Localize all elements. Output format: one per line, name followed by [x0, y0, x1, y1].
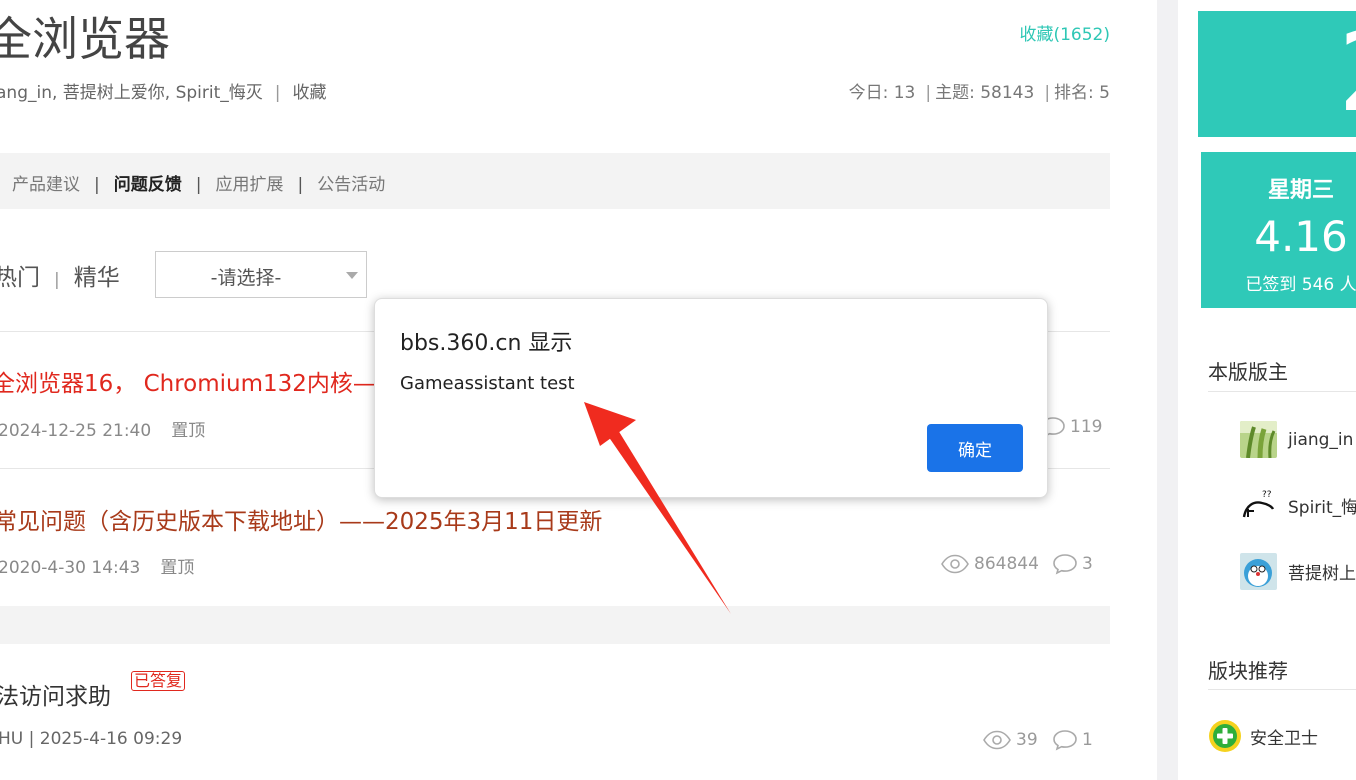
eye-icon: [941, 554, 969, 574]
avatar: [1240, 421, 1277, 458]
banner-tile[interactable]: 2: [1198, 11, 1356, 137]
comment-icon: [1053, 554, 1077, 575]
filter-featured[interactable]: 精华: [74, 265, 120, 291]
forum-title: 全浏览器: [0, 12, 170, 66]
separator: |: [297, 175, 304, 195]
ok-button[interactable]: 确定: [927, 424, 1023, 472]
divider: [1208, 689, 1356, 690]
filter-row: 热门 | 精华: [0, 258, 120, 292]
today-count: 今日: 13: [848, 83, 916, 103]
weekday: 星期三: [1267, 178, 1334, 203]
section-separator-band: [0, 606, 1110, 644]
moderator-item[interactable]: 菩提树上: [1240, 553, 1356, 590]
reply-count: 1: [1052, 729, 1093, 751]
favorite-link[interactable]: 收藏: [293, 83, 327, 103]
checkin-date: 4.16: [1254, 212, 1348, 261]
dialog-message: Gameassistant test: [400, 373, 575, 394]
avatar: [1240, 553, 1277, 590]
thread-meta: 2024-12-25 21:40 置顶: [0, 416, 205, 441]
reply-count-value: 119: [1070, 417, 1103, 437]
pinned-label: 置顶: [160, 558, 195, 578]
reply-count: 119: [1040, 416, 1102, 438]
recommend-item[interactable]: 安全卫士: [1208, 719, 1318, 753]
rank: 排名: 5: [1054, 83, 1110, 103]
avatar: ??: [1240, 487, 1277, 524]
separator: |: [274, 83, 281, 103]
thread-date: 2020-4-30 14:43: [0, 558, 141, 578]
thread-title[interactable]: 全浏览器16， Chromium132内核—: [0, 364, 376, 398]
view-count: 39: [982, 729, 1038, 751]
dialog-title: bbs.360.cn 显示: [400, 331, 573, 356]
moderator-item[interactable]: ?? Spirit_悔: [1240, 487, 1356, 524]
svg-text:??: ??: [1262, 490, 1272, 500]
separator: |: [1044, 83, 1051, 103]
recommend-item-label: 安全卫士: [1250, 728, 1318, 749]
topic-count: 主题: 58143: [935, 83, 1035, 103]
thread-row: 法访问求助已答复: [0, 671, 186, 711]
answered-badge: 已答复: [131, 671, 186, 691]
category-bar: 产品建议 | 问题反馈 | 应用扩展 | 公告活动: [0, 153, 1110, 209]
separator: |: [94, 175, 100, 195]
separator: |: [195, 175, 202, 195]
thread-date: 2024-12-25 21:40: [0, 421, 152, 441]
category-announcements[interactable]: 公告活动: [317, 175, 385, 195]
sidebar-gutter: [1157, 0, 1178, 780]
moderators-list[interactable]: ang_in, 菩提树上爱你, Spirit_悔灭: [0, 83, 263, 103]
banner-partial-text: 2: [1338, 17, 1356, 127]
thread-title[interactable]: 常见问题（含历史版本下载地址）——2025年3月11日更新: [0, 502, 602, 536]
filter-select[interactable]: -请选择-: [155, 251, 367, 298]
alert-dialog: bbs.360.cn 显示 Gameassistant test 确定: [374, 298, 1048, 498]
moderator-item[interactable]: jiang_in: [1240, 421, 1353, 458]
moderators-line: ang_in, 菩提树上爱你, Spirit_悔灭 | 收藏: [0, 78, 327, 103]
separator: |: [925, 83, 932, 103]
favorite-count-link[interactable]: 收藏(1652): [1019, 20, 1110, 45]
reply-count-value: 3: [1082, 554, 1093, 574]
recommend-heading: 版块推荐: [1208, 659, 1288, 683]
security-guard-icon: [1209, 720, 1241, 752]
checkin-tile[interactable]: 星期三 4.16 已签到 546 人: [1201, 152, 1356, 308]
category-product-suggestion[interactable]: 产品建议: [12, 175, 80, 195]
divider: [1208, 391, 1356, 392]
reply-count-value: 1: [1082, 730, 1093, 750]
separator: |: [54, 270, 60, 290]
signed-count: 已签到 546 人: [1245, 275, 1356, 295]
filter-hot[interactable]: 热门: [0, 265, 40, 291]
reply-count: 3: [1052, 553, 1093, 575]
thread-meta: 2020-4-30 14:43 置顶: [0, 553, 194, 578]
moderator-name: Spirit_悔: [1288, 498, 1356, 518]
category-extensions[interactable]: 应用扩展: [215, 175, 283, 195]
view-count-value: 864844: [974, 554, 1039, 574]
chevron-down-icon: [346, 272, 358, 279]
thread-meta: HU | 2025-4-16 09:29: [0, 729, 183, 749]
forum-stats: 今日: 13 | 主题: 58143 | 排名: 5: [849, 78, 1110, 103]
moderator-name: jiang_in: [1288, 429, 1354, 450]
category-feedback[interactable]: 问题反馈: [114, 175, 182, 195]
view-count-value: 39: [1016, 730, 1038, 750]
pinned-label: 置顶: [171, 421, 206, 441]
moderator-name: 菩提树上: [1288, 564, 1356, 584]
comment-icon: [1053, 730, 1077, 751]
moderators-heading: 本版版主: [1208, 360, 1288, 384]
eye-icon: [983, 730, 1011, 750]
view-count: 864844: [940, 553, 1039, 575]
filter-select-value: -请选择-: [210, 267, 282, 289]
thread-title[interactable]: 法访问求助: [0, 684, 111, 710]
